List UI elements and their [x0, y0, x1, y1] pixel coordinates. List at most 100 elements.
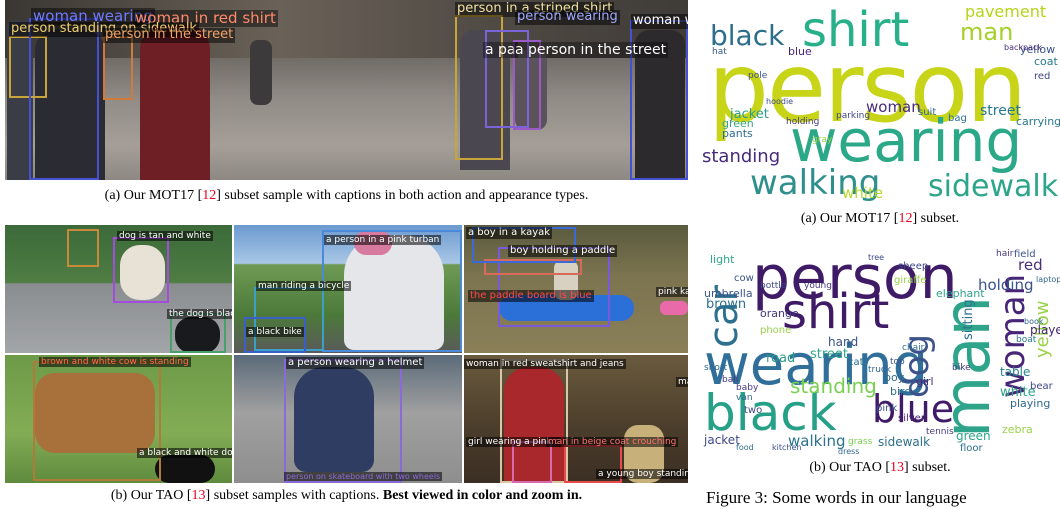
pavement: [5, 95, 688, 180]
wordcloud-word: girl: [916, 375, 934, 388]
wordcloud-word: hair: [996, 249, 1014, 259]
mot-wordcloud: person wearing shirt walking sidewalk bl…: [700, 0, 1060, 208]
tao-label: a young boy standing: [596, 469, 688, 480]
tao-label: a person wearing a helmet: [286, 357, 425, 369]
bounding-box: [113, 237, 169, 303]
wordcloud-word: coat: [1034, 55, 1058, 68]
wordcloud-word: floor: [960, 443, 983, 454]
wordcloud-word: standing: [790, 374, 877, 398]
bounding-box: [103, 36, 133, 100]
wordcloud-word: dress: [838, 447, 860, 456]
tao-label: the dog is black: [167, 309, 232, 320]
wordcloud-word: pink: [876, 403, 898, 414]
figure-caption: Figure 3: Some words in our language: [706, 488, 967, 507]
wordcloud-word: pavement: [965, 2, 1047, 21]
wordcloud-word: white: [842, 184, 884, 202]
tao-label: ma: [676, 377, 688, 388]
wordcloud-word: street: [810, 347, 849, 362]
wordcloud-word: bear: [1030, 381, 1053, 392]
wordcloud-word: standing: [702, 146, 781, 167]
tao-wordcloud: person wearing man shirt black blue car …: [700, 248, 1060, 458]
wordcloud-word: baby: [736, 383, 759, 393]
tao-label: a person in a pink turban: [324, 235, 442, 246]
tao-label: man in beige coat crouching: [546, 437, 679, 448]
wordcloud-word: parking: [836, 111, 871, 121]
wordcloud-word: shirt: [802, 2, 910, 58]
wordcloud-word: food: [736, 443, 754, 452]
bounding-box: [67, 229, 99, 267]
tao-label: boy holding a paddle: [508, 245, 618, 257]
tao-label: man riding a bicycle: [256, 281, 352, 292]
wordcloud-word: pole: [748, 71, 768, 81]
tao-label: dog is tan and white: [117, 231, 213, 242]
mot-wordcloud-caption: (a) Our MOT17 [12] subset.: [800, 211, 960, 226]
tao-label: a black bike: [246, 327, 304, 338]
wordcloud-word: bike: [952, 363, 971, 373]
wordcloud-word: laptop: [1036, 275, 1060, 284]
tao-label: woman in red sweatshirt and jeans: [464, 359, 626, 370]
wordcloud-word: truck: [868, 365, 892, 375]
wordcloud-word: silver: [898, 413, 925, 424]
wordcloud-word: tree: [868, 253, 885, 262]
mot-label: woman w: [631, 13, 688, 29]
wordcloud-word: phone: [760, 325, 792, 336]
wordcloud-word: cow: [734, 273, 754, 284]
wordcloud-word: hand: [828, 335, 859, 349]
mot-label: a person in the street: [513, 42, 669, 59]
wordcloud-word: tennis: [926, 427, 954, 437]
wordcloud-word: sheep: [898, 261, 929, 272]
tao-frame-room: woman in red sweatshirt and jeans girl w…: [464, 355, 688, 483]
tao-frame-skateboard: a person wearing a helmet person on skat…: [234, 355, 462, 483]
wordcloud-word: jacket: [704, 433, 740, 447]
mot-sample-caption: (a) Our MOT17 [12] subset sample with ca…: [104, 188, 589, 203]
wordcloud-word: kitchen: [772, 443, 802, 452]
wordcloud-word: bag: [948, 113, 967, 124]
wordcloud-word: holding: [786, 117, 820, 127]
wordcloud-word: field: [1014, 249, 1036, 260]
wordcloud-word: grass: [848, 437, 873, 447]
wordcloud-word: bottle: [760, 281, 787, 291]
pedestrian-red-shirt: [140, 25, 210, 180]
wordcloud-word: sidewalk: [878, 435, 931, 449]
tao-label: pink kay: [656, 287, 688, 298]
wordcloud-word: sitting: [961, 299, 976, 340]
wordcloud-word: woman: [866, 98, 921, 116]
tao-label: a black and white dog: [137, 448, 232, 459]
wordcloud-word: sidewalk: [928, 169, 1059, 204]
wordcloud-word: young: [804, 281, 832, 291]
wordcloud-word: light: [710, 253, 735, 266]
tao-label: person on skateboard with two wheels: [284, 472, 443, 482]
wordcloud-word: black: [710, 19, 785, 52]
wordcloud-word: holding: [978, 276, 1034, 294]
tao-label: a boy in a kayak: [466, 227, 553, 239]
wordcloud-word: bird: [890, 385, 912, 398]
pedestrian: [250, 40, 272, 105]
wordcloud-word: man: [960, 18, 1014, 46]
dog-bw: [155, 455, 215, 483]
wordcloud-word: short: [704, 363, 728, 373]
wordcloud-word: boat: [1016, 335, 1037, 345]
pink-kayak: [660, 301, 688, 315]
wordcloud-word: two: [744, 405, 763, 416]
tao-sample-caption: (b) Our TAO [13] subset samples with cap…: [110, 488, 583, 503]
wordcloud-word: table: [1000, 365, 1031, 379]
wordcloud-word: road: [766, 351, 796, 366]
mot-label: person in the street: [103, 27, 236, 43]
wordcloud-word: red: [1034, 71, 1051, 82]
wordcloud-word: gray: [812, 135, 833, 145]
wordcloud-word: van: [736, 393, 753, 403]
bounding-box: [33, 361, 161, 481]
tao-label: brown and white cow is standing: [39, 357, 191, 368]
wordcloud-word: cat: [848, 357, 864, 368]
wordcloud-word: zebra: [1002, 423, 1033, 436]
wordcloud-word: carrying: [1016, 115, 1060, 128]
wordcloud-word: orange: [760, 307, 799, 320]
bounding-box: [284, 359, 402, 483]
tao-frame-cyclist: a person in a pink turban man riding a b…: [234, 225, 462, 353]
bounding-box: [29, 18, 99, 180]
tao-frame-kayak: a boy in a kayak boy holding a paddle th…: [464, 225, 688, 353]
tao-frame-cow: brown and white cow is standing a black …: [5, 355, 232, 483]
wordcloud-word: pants: [722, 127, 753, 140]
wordcloud-word: elephant: [936, 287, 985, 300]
wordcloud-word: chair: [902, 343, 925, 353]
